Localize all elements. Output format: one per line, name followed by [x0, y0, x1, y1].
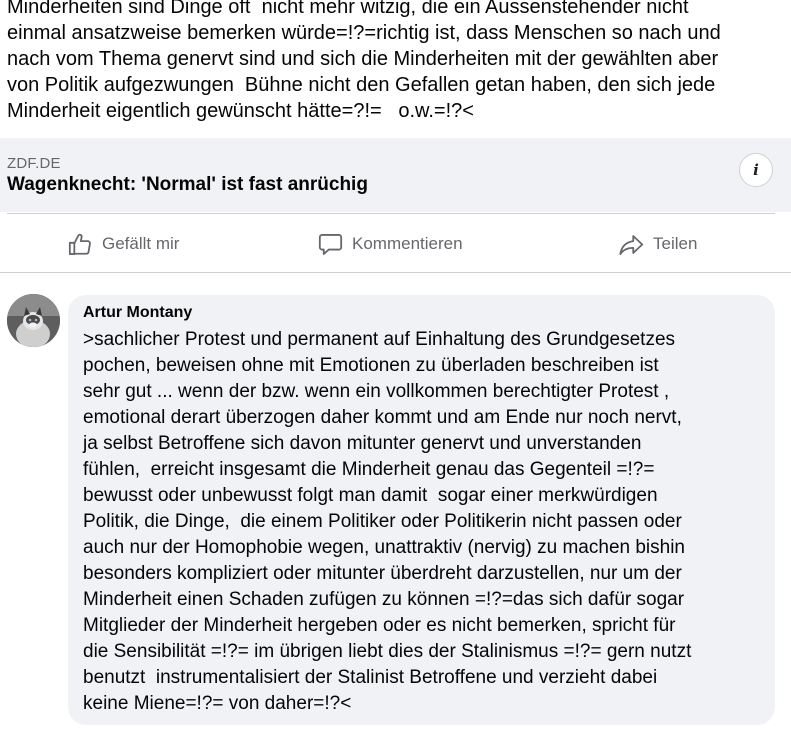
post-text: Minderheiten sind Dinge oft nicht mehr w…	[7, 0, 787, 124]
post-text-line: Minderheiten sind Dinge oft nicht mehr w…	[7, 0, 689, 18]
info-icon[interactable]: i	[739, 153, 773, 187]
comment-text-line: sehr gut ... wenn der bzw. wenn ein voll…	[83, 381, 670, 402]
share-arrow-icon	[619, 234, 644, 255]
thumbs-up-icon	[68, 233, 91, 255]
avatar[interactable]	[7, 294, 60, 347]
comment-text: >sachlicher Protest und permanent auf Ei…	[83, 327, 768, 717]
post-actions-bar: Gefällt mir Kommentieren Teilen	[0, 218, 791, 270]
comment-text-line: ja selbst Betroffene sich davon mitunter…	[83, 433, 642, 454]
link-title[interactable]: Wagenknecht: 'Normal' ist fast anrüchig	[7, 174, 368, 196]
comment-label: Kommentieren	[352, 234, 463, 253]
comment-text-line: pochen, beweisen ohne mit Emotionen zu ü…	[83, 355, 659, 376]
comment-text-line: fühlen, erreicht insgesamt die Minderhei…	[83, 459, 655, 480]
comment-button[interactable]: Kommentieren	[317, 218, 463, 270]
post-text-line: nach vom Thema genervt sind und sich die…	[7, 48, 719, 70]
divider	[0, 272, 791, 273]
comment-text-line: keine Miene=!?= von daher=!?<	[83, 693, 352, 714]
like-label: Gefällt mir	[102, 234, 180, 253]
comment-text-line: benutzt instrumentalisiert der Stalinist…	[83, 667, 658, 688]
speech-bubble-icon	[318, 233, 343, 255]
comment-text-line: die Sensibilität =!?= im übrigen liebt d…	[83, 641, 692, 662]
comment-text-line: Mitglieder der Minderheit hergeben oder …	[83, 615, 676, 636]
comment-text-line: Politik, die Dinge, die einem Politiker …	[83, 511, 682, 532]
post-text-line: Minderheit eigentlich gewünscht hätte=?!…	[7, 100, 474, 122]
post-text-line: einmal ansatzweise bemerken würde=!?=ric…	[7, 22, 721, 44]
share-label: Teilen	[653, 234, 698, 253]
avatar-cat-image	[7, 294, 60, 347]
comment-text-line: Minderheit einen Schaden zufügen zu könn…	[83, 589, 685, 610]
like-button[interactable]: Gefällt mir	[67, 218, 179, 270]
divider	[7, 213, 775, 214]
post-text-line: von Politik aufgezwungen Bühne nicht den…	[7, 74, 716, 96]
comment-bubble: Artur Montany >sachlicher Protest und pe…	[68, 295, 775, 725]
comment-text-line: besonders kompliziert oder mitunter über…	[83, 563, 682, 584]
share-button[interactable]: Teilen	[617, 218, 697, 270]
comment-text-line: >sachlicher Protest und permanent auf Ei…	[83, 329, 676, 350]
comment-text-line: bewusst oder unbewusst folgt man damit s…	[83, 485, 658, 506]
comment-text-line: emotional derart überzogen daher kommt u…	[83, 407, 682, 428]
link-domain: ZDF.DE	[7, 155, 61, 172]
comment-text-line: auch nur der Homophobie wegen, unattrakt…	[83, 537, 685, 558]
link-preview-card[interactable]: ZDF.DE Wagenknecht: 'Normal' ist fast an…	[0, 138, 791, 212]
comment-author[interactable]: Artur Montany	[83, 304, 192, 322]
